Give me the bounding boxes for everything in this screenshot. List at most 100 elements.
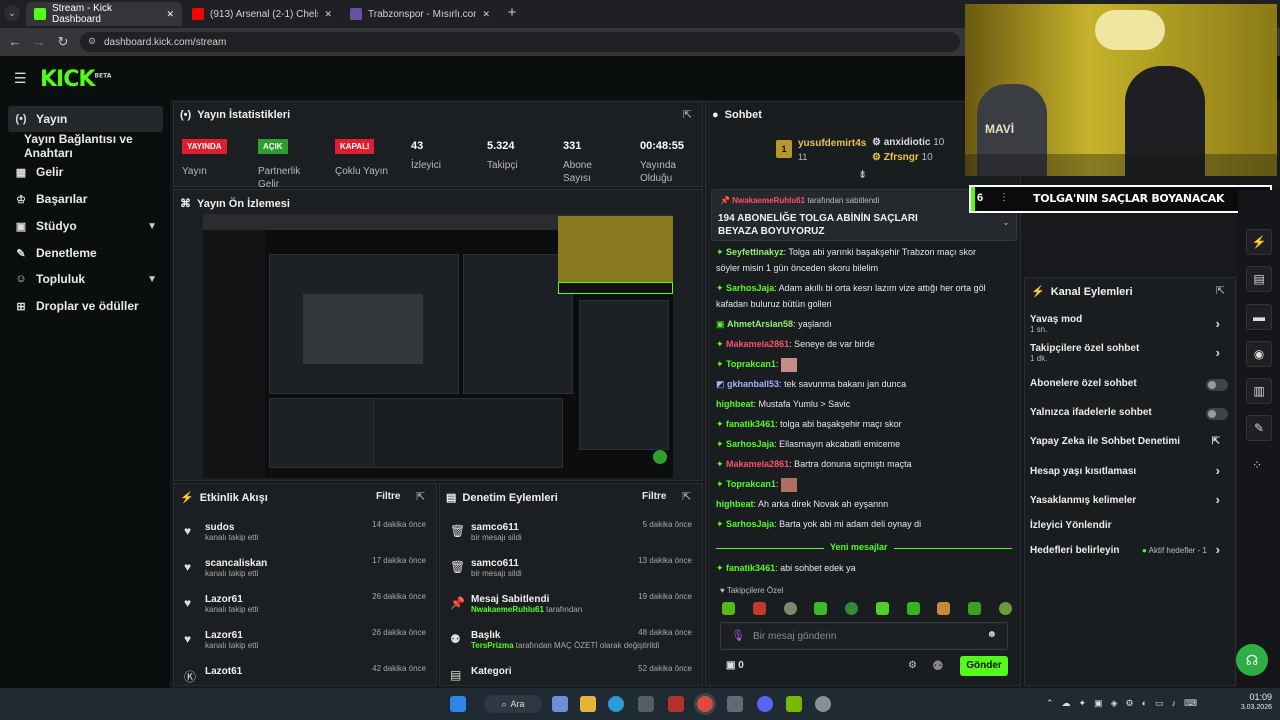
reload-icon[interactable]: ↻ [54,33,72,51]
sidebar-item-yayin[interactable]: (•) Yayın [8,106,163,132]
popout-icon[interactable]: ⇱ [683,108,692,121]
forward-arrow-icon[interactable]: → [30,33,48,51]
emote-icon[interactable] [875,602,889,615]
chat-username[interactable]: SarhosJaja [726,439,774,449]
action-goals[interactable]: Hedefleri belirleyin ● Aktif hedefler - 1… [1030,542,1230,559]
chat-bubble-icon[interactable]: ▬ [1246,304,1272,330]
close-icon[interactable]: ✕ [324,9,332,20]
chat-username[interactable]: Makamela2861 [726,339,789,349]
app-icon[interactable] [727,696,743,712]
emote-icon[interactable] [906,602,920,615]
collapse-icon[interactable]: ⇟ [858,168,867,181]
chat-username[interactable]: SarhosJaja [726,519,774,529]
store-icon[interactable] [638,696,654,712]
wrench-icon[interactable]: ✎ [1246,415,1272,441]
taskbar-search[interactable]: ⌕ Ara [484,695,542,713]
new-tab-plus-icon[interactable]: + [503,4,521,22]
stream-preview-video[interactable] [203,214,673,478]
tab-trabzonspor[interactable]: Trabzonspor - Mısırlı.com.tr Fal ✕ [342,2,498,26]
mod-user[interactable]: samco611 [471,558,522,569]
lightning-icon[interactable]: ⚡ [1246,229,1272,255]
system-tray-icons[interactable]: ⌃☁✦▣◈⚙◐▭♪⌨ [1046,698,1205,709]
microphone-icon[interactable]: 🎙 [731,629,745,642]
action-slow-mode[interactable]: Yavaş mod 1 sn. › [1030,314,1230,340]
nvidia-icon[interactable] [786,696,802,712]
feed-user[interactable]: Lazot61 [205,666,242,677]
broadcast-icon[interactable]: ◉ [1246,341,1272,367]
popout-icon[interactable]: ⇱ [682,490,691,503]
mod-user[interactable]: samco611 [471,522,522,533]
top-user-name[interactable]: yusufdemirt4s [798,138,866,149]
sidebar-item-basarilar[interactable]: ♔ Başarılar [8,186,163,212]
sidebar-item-topluluk[interactable]: ☺ Topluluk ▼ [8,266,163,292]
feed-user[interactable]: scancaliskan [205,558,267,569]
feed-user[interactable]: Lazor61 [205,594,258,605]
subscribers-only-toggle[interactable] [1206,379,1228,391]
tab-search-icon[interactable]: ⌄ [4,5,20,21]
chat-username[interactable]: Makamela2861 [726,459,789,469]
app-icon[interactable] [668,696,684,712]
emote-icon[interactable] [937,602,951,615]
chat-username[interactable]: fanatik3461 [726,563,775,573]
emote-icon[interactable] [968,602,982,615]
chat-username[interactable]: Toprakcan1 [726,479,776,489]
windows-start-icon[interactable] [450,696,466,712]
tab-youtube[interactable]: (913) Arsenal (2-1) Chelsea | 2ll ✕ [184,2,340,26]
file-explorer-icon[interactable] [580,696,596,712]
feed-user[interactable]: sudos [205,522,258,533]
clipboard-icon[interactable]: ▤ [1246,266,1272,292]
tab-kick-dashboard[interactable]: Stream - Kick Dashboard ✕ [26,2,182,26]
action-banned-words[interactable]: Yasaklanmış kelimeler › [1030,492,1230,509]
mod-user[interactable]: NwakaemeRuhlu61 [471,605,544,614]
emote-icon[interactable] [814,602,828,615]
support-headset-icon[interactable]: ☊ [1236,644,1268,676]
send-button[interactable]: Gönder [960,656,1008,676]
chat-username[interactable]: gkhanball53 [727,379,779,389]
widgets-icon[interactable] [552,696,568,712]
edge-icon[interactable] [608,696,624,712]
more-vertical-icon[interactable]: ⋮ [999,192,1009,203]
chat-username[interactable]: SarhosJaja [726,283,774,293]
sidebar-item-gelir[interactable]: ▦ Gelir [8,159,163,185]
chat-username[interactable]: Toprakcan1 [726,359,776,369]
emote-icon[interactable] [783,602,797,615]
site-info-icon[interactable]: ⚙ [88,36,96,47]
chat-username[interactable]: Seyfettinakyz [726,247,784,257]
emotes-only-toggle[interactable] [1206,408,1228,420]
close-icon[interactable]: ✕ [166,9,174,20]
chat-username[interactable]: highbeat [716,499,754,509]
filter-button[interactable]: Filtre [376,491,400,502]
sidebar-item-droplar[interactable]: ⊞ Droplar ve ödüller [8,293,163,319]
chevron-down-icon[interactable]: ⌄ [1002,217,1010,228]
clock[interactable]: 01:09 3.03.2026 [1232,692,1272,711]
emote-icon[interactable] [998,602,1012,615]
chat-input[interactable]: 🎙 Bir mesaj gönderin ☻ [720,622,1008,650]
hamburger-menu-icon[interactable]: ☰ [14,70,27,87]
action-followers-only[interactable]: Takipçilere özel sohbet 1 dk. › [1030,343,1230,369]
url-field[interactable]: ⚙ dashboard.kick.com/stream [80,32,960,52]
kick-logo[interactable]: KICKBETA [40,67,111,92]
action-account-age[interactable]: Hesap yaşı kısıtlaması › [1030,463,1230,480]
filter-button[interactable]: Filtre [642,491,666,502]
obs-icon[interactable] [815,696,831,712]
emote-icon[interactable] [845,602,859,615]
feed-user[interactable]: Lazor61 [205,630,258,641]
top-user-name[interactable]: ⚙ anxidiotic 10 [872,137,944,148]
back-arrow-icon[interactable]: ← [6,33,24,51]
sidebar-item-stream-key[interactable]: Yayın Bağlantısı ve Anahtarı [18,132,173,160]
layout-icon[interactable]: ▥ [1246,378,1272,404]
chat-username[interactable]: AhmetArslan58 [727,319,793,329]
close-icon[interactable]: ✕ [482,9,490,20]
chat-username[interactable]: fanatik3461 [726,419,775,429]
sidebar-item-studyo[interactable]: ▣ Stüdyo ▼ [8,213,163,239]
popout-icon[interactable]: ⇱ [1216,284,1225,297]
action-raid[interactable]: İzleyici Yönlendir [1030,520,1230,534]
sidebar-item-denetleme[interactable]: ✎ Denetleme [8,240,163,266]
top-user-name[interactable]: ⚙ Zfrsngr 10 [872,152,933,163]
emoji-icon[interactable]: ☻ [986,629,997,640]
points-counter[interactable]: ▣ 0 [726,660,744,671]
emote-icon[interactable] [752,602,766,615]
gear-icon[interactable]: ⚙ [908,660,917,671]
chat-username[interactable]: highbeat [716,399,754,409]
popout-icon[interactable]: ⇱ [416,490,425,503]
